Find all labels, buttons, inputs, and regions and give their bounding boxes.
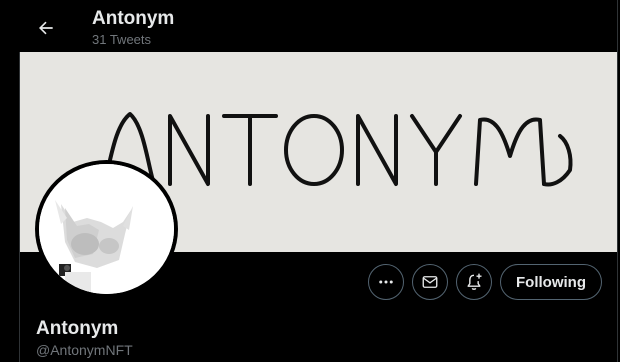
- back-button[interactable]: [30, 12, 62, 44]
- avatar-image: [39, 164, 174, 294]
- arrow-left-icon: [39, 21, 53, 35]
- profile-avatar[interactable]: [35, 160, 178, 298]
- more-icon: [379, 280, 393, 284]
- more-button[interactable]: [368, 264, 404, 300]
- antonym-wordmark-logo: [102, 112, 573, 187]
- column-divider-right: [617, 0, 618, 362]
- following-button[interactable]: Following: [500, 264, 602, 300]
- profile-display-name: Antonym: [36, 318, 119, 339]
- notifications-button[interactable]: [456, 264, 492, 300]
- message-button[interactable]: [412, 264, 448, 300]
- tweet-count: 31 Tweets: [92, 32, 152, 47]
- mail-icon: [422, 276, 438, 288]
- profile-header-bar: Antonym 31 Tweets: [0, 0, 620, 52]
- bell-plus-icon: [467, 273, 482, 290]
- profile-handle: @AntonymNFT: [36, 342, 133, 358]
- toy-figure-image: [39, 164, 174, 294]
- header-title: Antonym: [92, 8, 175, 29]
